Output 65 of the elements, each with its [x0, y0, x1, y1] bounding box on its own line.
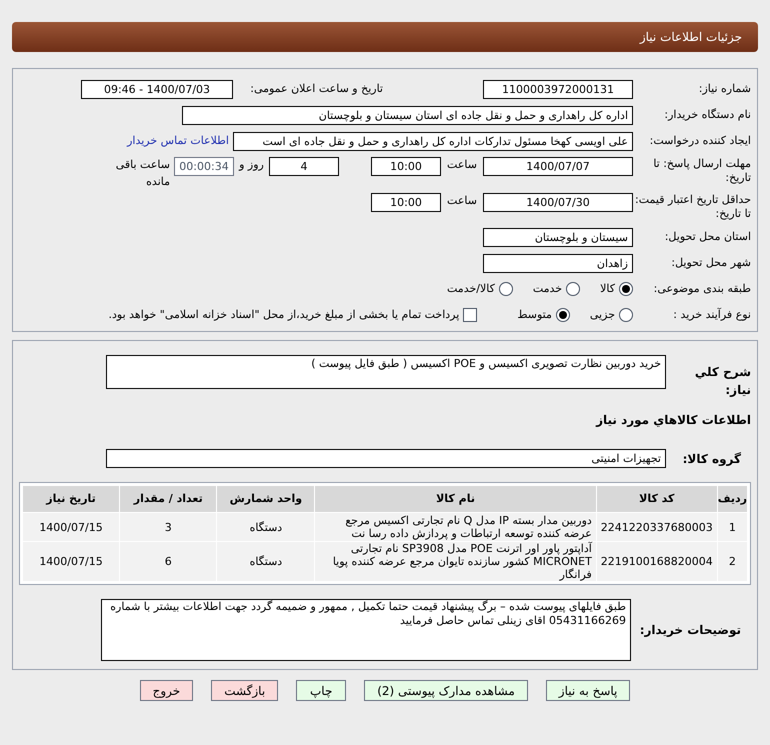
action-button[interactable]: مشاهده مدارک پیوستی (2)	[364, 680, 528, 701]
action-button[interactable]: خروج	[140, 680, 194, 701]
table-cell: دستگاه	[216, 542, 315, 582]
table-cell: 1	[717, 512, 748, 542]
field-label: حداقل تاریخ اعتبار قیمت: تا تاریخ:	[634, 193, 751, 221]
action-button[interactable]: بازگشت	[211, 680, 278, 701]
table-cell: دوربین مدار بسته IP مدل Q نام تجارتی اکسیس مرجع عرضه کننده توسعه ارتباطات و پردازش داده رسا نت	[314, 512, 596, 542]
table-cell: 3	[120, 512, 217, 542]
field-label: شماره نیاز:	[698, 80, 751, 97]
checkbox-label: پرداخت تمام یا بخشی از مبلغ خرید،از محل "اسناد خزانه اسلامی" خواهد بود.	[108, 306, 460, 323]
field-label: گروه کالا:	[682, 450, 742, 468]
action-button[interactable]: چاپ	[296, 680, 346, 701]
header-title: جزئیات اطلاعات نیاز	[640, 29, 742, 46]
table-cell: آداپتور پاور اور اترنت POE مدل SP3908 نام تجارتی MICRONET کشور سازنده تایوان مرجع عرضه کننده پویا فرانگار	[314, 542, 596, 582]
field-value: تجهیزات امنیتی	[106, 449, 666, 468]
section-title: اطلاعات کالاهاي مورد نياز	[594, 412, 751, 429]
field-value: زاهدان	[483, 254, 633, 272]
column-header: تعداد / مقدار	[120, 486, 217, 512]
field-value: 4	[269, 157, 339, 176]
buyer-notes-box: طبق فایلهای پیوست شده – برگ پیشنهاد قیمت حتما تکمیل , ممهور و ضمیمه گردد جهت اطلاعات بیشتر با شماره 05431166269 اقای زینلی تماس حاصل فرمایید	[101, 599, 631, 661]
table-cell: دستگاه	[216, 512, 315, 542]
table-cell: 1400/07/15	[22, 542, 120, 582]
field-value: سیستان و بلوچستان	[483, 228, 633, 246]
field-label: توضیحات خریدار:	[638, 622, 742, 639]
field-label: ساعت	[446, 193, 478, 209]
radio-option[interactable]: کالا/خدمت	[447, 280, 513, 298]
field-label: شرح کلي نياز:	[694, 364, 751, 399]
radio-option[interactable]: متوسط	[517, 306, 570, 324]
column-header: کد کالا	[596, 486, 718, 512]
field-label: طبقه بندی موضوعی:	[653, 280, 751, 297]
field-value: 10:00	[371, 193, 441, 212]
table-cell: 6	[120, 542, 217, 582]
field-label: مهلت ارسال پاسخ: تا تاریخ:	[652, 157, 751, 185]
radio-option[interactable]: خدمت	[532, 280, 580, 298]
radio-option[interactable]: جزیی	[590, 306, 633, 324]
field-label: تاریخ و ساعت اعلان عمومی:	[249, 80, 383, 97]
description-box: خرید دوربین نظارت تصویری اکسیسں و POE اکسیسں ( طبق فایل پیوست )	[106, 355, 666, 389]
remaining-time: 00:00:34	[174, 157, 234, 176]
field-value: 1400/07/07	[483, 157, 633, 176]
action-button[interactable]: پاسخ به نیاز	[546, 680, 630, 701]
column-header: نام کالا	[314, 486, 596, 512]
field-label: استان محل تحویل:	[664, 228, 751, 245]
field-label: ساعت باقی مانده	[114, 157, 171, 190]
field-value: 1100003972000131	[483, 80, 633, 98]
field-value: علی اویسی کهخا مسئول تدارکات اداره کل راهداری و حمل و نقل جاده ای است	[233, 132, 633, 150]
table-cell: 1400/07/15	[22, 512, 120, 542]
field-label: ساعت	[446, 157, 478, 173]
field-label: روز و	[238, 157, 265, 173]
buyer-contact-link[interactable]: اطلاعات تماس خریدار	[127, 132, 229, 150]
table-cell: 2219100168820004	[596, 542, 718, 582]
field-value: 10:00	[371, 157, 441, 176]
column-header: ردیف	[717, 486, 748, 512]
field-label: شهر محل تحویل:	[670, 254, 751, 271]
checkbox[interactable]	[463, 308, 478, 322]
column-header: تاریخ نیاز	[22, 486, 120, 512]
field-value: 1400/07/03 - 09:46	[81, 80, 233, 98]
field-value: 1400/07/30	[483, 193, 633, 212]
field-label: نوع فرآیند خرید :	[672, 306, 751, 323]
column-header: واحد شمارش	[216, 486, 315, 512]
table-cell: 2	[717, 542, 748, 582]
radio-option[interactable]: کالا	[600, 280, 633, 298]
field-label: نام دستگاه خریدار:	[663, 106, 751, 123]
field-label: ایجاد کننده درخواست:	[648, 132, 751, 149]
field-value: اداره کل راهداری و حمل و نقل جاده ای استان سیستان و بلوچستان	[182, 106, 633, 124]
table-cell: 2241220337680003	[596, 512, 718, 542]
